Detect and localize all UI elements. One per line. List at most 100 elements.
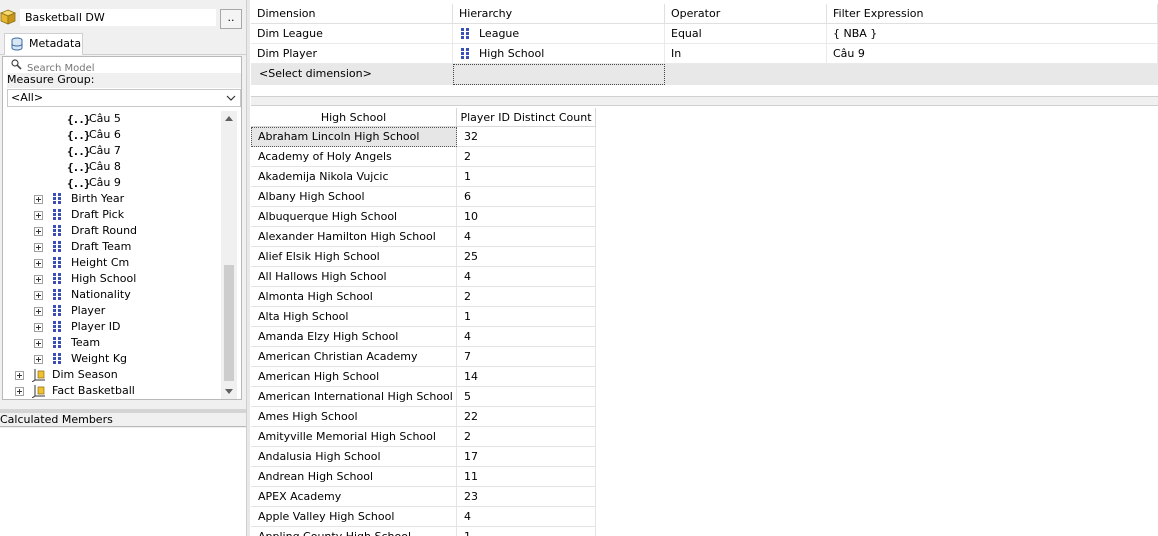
table-row[interactable]: Albuquerque High School 10 [251, 207, 596, 227]
cell-player-count[interactable]: 1 [457, 307, 596, 327]
browse-cube-button[interactable]: .. [220, 9, 242, 29]
expand-icon[interactable] [34, 355, 43, 364]
select-dimension-placeholder[interactable]: <Select dimension> [259, 67, 372, 81]
table-row[interactable]: Alexander Hamilton High School 4 [251, 227, 596, 247]
scrollbar-thumb[interactable] [224, 265, 234, 381]
filter-cell-expression[interactable]: { NBA } [827, 24, 1158, 44]
table-row[interactable]: Amityville Memorial High School 2 [251, 427, 596, 447]
filter-cell-operator[interactable]: In [665, 44, 827, 64]
cell-high-school[interactable]: Appling County High School [251, 527, 457, 536]
scroll-up-icon[interactable] [221, 111, 237, 127]
filter-cell-hierarchy[interactable]: High School [453, 44, 665, 64]
cell-player-count[interactable]: 10 [457, 207, 596, 227]
cell-high-school[interactable]: Amityville Memorial High School [251, 427, 457, 447]
table-row[interactable]: Alta High School 1 [251, 307, 596, 327]
filter-cell-dimension[interactable]: Dim Player [251, 44, 453, 64]
results-header-high-school[interactable]: High School [251, 108, 457, 127]
cell-high-school[interactable]: Albuquerque High School [251, 207, 457, 227]
cell-high-school[interactable]: American Christian Academy [251, 347, 457, 367]
cell-player-count[interactable]: 5 [457, 387, 596, 407]
cell-player-count[interactable]: 2 [457, 287, 596, 307]
vertical-splitter[interactable] [246, 0, 250, 536]
expand-icon[interactable] [34, 307, 43, 316]
cell-high-school[interactable]: Alief Elsik High School [251, 247, 457, 267]
expand-icon[interactable] [34, 275, 43, 284]
cell-player-count[interactable]: 14 [457, 367, 596, 387]
table-row[interactable]: Abraham Lincoln High School 32 [251, 127, 596, 147]
expand-icon[interactable] [34, 339, 43, 348]
table-row[interactable]: Andalusia High School 17 [251, 447, 596, 467]
scroll-down-icon[interactable] [221, 383, 237, 399]
cell-player-count[interactable]: 4 [457, 267, 596, 287]
cell-high-school[interactable]: Abraham Lincoln High School [251, 127, 457, 147]
cell-player-count[interactable]: 7 [457, 347, 596, 367]
cell-high-school[interactable]: Andalusia High School [251, 447, 457, 467]
table-row[interactable]: APEX Academy 23 [251, 487, 596, 507]
table-row[interactable]: American High School 14 [251, 367, 596, 387]
cell-high-school[interactable]: Ames High School [251, 407, 457, 427]
tree-item-attribute[interactable]: Nationality [5, 287, 219, 303]
search-input[interactable] [27, 61, 227, 73]
expand-icon[interactable] [15, 387, 24, 396]
tree-item-attribute[interactable]: Height Cm [5, 255, 219, 271]
cell-high-school[interactable]: Albany High School [251, 187, 457, 207]
table-row[interactable]: All Hallows High School 4 [251, 267, 596, 287]
tree-item-attribute[interactable]: Birth Year [5, 191, 219, 207]
filter-cell-hierarchy[interactable]: League [453, 24, 665, 44]
cell-player-count[interactable]: 1 [457, 167, 596, 187]
cell-player-count[interactable]: 2 [457, 147, 596, 167]
cell-player-count[interactable]: 25 [457, 247, 596, 267]
cell-high-school[interactable]: Apple Valley High School [251, 507, 457, 527]
cell-high-school[interactable]: Academy of Holy Angels [251, 147, 457, 167]
table-row[interactable]: Apple Valley High School 4 [251, 507, 596, 527]
tree-item-attribute[interactable]: Team [5, 335, 219, 351]
cell-high-school[interactable]: All Hallows High School [251, 267, 457, 287]
cell-player-count[interactable]: 22 [457, 407, 596, 427]
cell-player-count[interactable]: 4 [457, 227, 596, 247]
cell-high-school[interactable]: Alexander Hamilton High School [251, 227, 457, 247]
filter-cell-expression[interactable]: Câu 9 [827, 44, 1158, 64]
expand-icon[interactable] [34, 259, 43, 268]
tree-item-calc[interactable]: {..} Câu 9 [5, 175, 219, 191]
table-row[interactable]: Appling County High School1 [251, 527, 596, 536]
tree-item-attribute[interactable]: Draft Round [5, 223, 219, 239]
table-row[interactable]: Ames High School 22 [251, 407, 596, 427]
cell-player-count[interactable]: 4 [457, 327, 596, 347]
cell-player-count[interactable]: 17 [457, 447, 596, 467]
tree-item-dimension[interactable]: Fact Basketball [5, 383, 219, 399]
cell-player-count[interactable]: 1 [457, 527, 596, 536]
table-row[interactable]: Andrean High School 11 [251, 467, 596, 487]
tab-metadata[interactable]: Metadata [4, 33, 83, 55]
tree-item-dimension[interactable]: Dim Season [5, 367, 219, 383]
tree-item-attribute[interactable]: Draft Pick [5, 207, 219, 223]
cell-high-school[interactable]: Akademija Nikola Vujcic [251, 167, 457, 187]
table-row[interactable]: Amanda Elzy High School 4 [251, 327, 596, 347]
table-row[interactable]: Almonta High School 2 [251, 287, 596, 307]
expand-icon[interactable] [34, 211, 43, 220]
filter-cell-operator[interactable]: Equal [665, 24, 827, 44]
table-row[interactable]: Albany High School 6 [251, 187, 596, 207]
cell-high-school[interactable]: Andrean High School [251, 467, 457, 487]
cell-high-school[interactable]: American High School [251, 367, 457, 387]
filter-new-hierarchy-cell[interactable] [453, 64, 665, 85]
cell-player-count[interactable]: 4 [457, 507, 596, 527]
results-header-count[interactable]: Player ID Distinct Count [457, 108, 596, 127]
expand-icon[interactable] [34, 323, 43, 332]
tree-item-calc[interactable]: {..} Câu 6 [5, 127, 219, 143]
tree-scrollbar[interactable] [221, 111, 237, 399]
cell-player-count[interactable]: 11 [457, 467, 596, 487]
tree-item-attribute[interactable]: Weight Kg [5, 351, 219, 367]
table-row[interactable]: Akademija Nikola Vujcic 1 [251, 167, 596, 187]
cell-high-school[interactable]: Almonta High School [251, 287, 457, 307]
cell-high-school[interactable]: Alta High School [251, 307, 457, 327]
table-row[interactable]: Academy of Holy Angels 2 [251, 147, 596, 167]
cell-player-count[interactable]: 6 [457, 187, 596, 207]
tree-item-calc[interactable]: {..} Câu 8 [5, 159, 219, 175]
cell-player-count[interactable]: 2 [457, 427, 596, 447]
table-row[interactable]: American International High School 5 [251, 387, 596, 407]
cell-player-count[interactable]: 32 [457, 127, 596, 147]
horizontal-splitter[interactable] [251, 96, 1158, 106]
table-row[interactable]: Alief Elsik High School 25 [251, 247, 596, 267]
cell-high-school[interactable]: APEX Academy [251, 487, 457, 507]
tree-item-attribute[interactable]: High School [5, 271, 219, 287]
